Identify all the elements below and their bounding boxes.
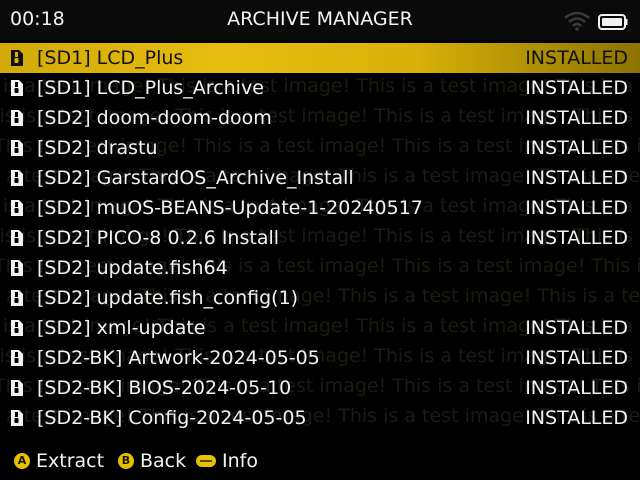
archive-status: INSTALLED <box>525 167 628 189</box>
archive-file-icon <box>11 260 23 276</box>
archive-row[interactable]: [SD2] muOS-BEANS-Update-1-20240517 INSTAL… <box>0 193 640 223</box>
menu-pill-icon <box>196 455 216 467</box>
archive-name: [SD2] muOS-BEANS-Update-1-20240517 <box>37 197 423 219</box>
battery-icon <box>598 14 628 30</box>
archive-name: [SD2] doom-doom-doom <box>37 107 272 129</box>
archive-file-icon <box>11 110 23 126</box>
archive-status: INSTALLED <box>525 137 628 159</box>
archive-status: INSTALLED <box>525 107 628 129</box>
archive-file-icon <box>11 140 23 156</box>
back-label: Back <box>140 450 187 472</box>
archive-status: INSTALLED <box>525 227 628 249</box>
archive-name: [SD2] xml-update <box>37 317 206 339</box>
archive-file-icon <box>11 200 23 216</box>
archive-row[interactable]: [SD2-BK] BIOS-2024-05-10 INSTALLED <box>0 373 640 403</box>
footer-hints: A Extract B Back Info <box>0 444 640 480</box>
archive-status: INSTALLED <box>525 197 628 219</box>
archive-name: [SD2-BK] Config-2024-05-05 <box>37 407 307 429</box>
archive-name: [SD2-BK] Artwork-2024-05-05 <box>37 347 320 369</box>
archive-file-icon <box>11 170 23 186</box>
page-title: ARCHIVE MANAGER <box>227 8 413 30</box>
archive-file-icon <box>11 380 23 396</box>
archive-file-icon <box>11 50 23 66</box>
archive-row[interactable]: [SD2] doom-doom-doom INSTALLED <box>0 103 640 133</box>
archive-row[interactable]: [SD2] drastu INSTALLED <box>0 133 640 163</box>
archive-row[interactable]: [SD2-BK] Artwork-2024-05-05 INSTALLED <box>0 343 640 373</box>
archive-file-icon <box>11 410 23 426</box>
b-button-icon: B <box>118 453 134 469</box>
archive-name: [SD2] drastu <box>37 137 158 159</box>
archive-name: [SD1] LCD_Plus_Archive <box>37 77 264 99</box>
archive-status: INSTALLED <box>525 407 628 429</box>
info-hint[interactable]: Info <box>196 448 258 474</box>
archive-file-icon <box>11 80 23 96</box>
archive-status: INSTALLED <box>525 47 628 69</box>
archive-row[interactable]: [SD2-BK] Config-2024-05-05 INSTALLED <box>0 403 640 433</box>
archive-status: INSTALLED <box>525 317 628 339</box>
archive-name: [SD2] PICO-8 0.2.6 Install <box>37 227 280 249</box>
archive-row[interactable]: [SD2] GarstardOS_Archive_Install INSTALLE… <box>0 163 640 193</box>
archive-status: INSTALLED <box>525 347 628 369</box>
a-button-icon: A <box>14 453 30 469</box>
archive-status: INSTALLED <box>525 77 628 99</box>
archive-file-icon <box>11 230 23 246</box>
archive-file-icon <box>11 320 23 336</box>
archive-file-icon <box>11 350 23 366</box>
archive-row[interactable]: [SD2] update.fish64 <box>0 253 640 283</box>
status-bar: 00:18 ARCHIVE MANAGER <box>0 0 640 40</box>
archive-name: [SD2] update.fish_config(1) <box>37 287 299 309</box>
extract-hint[interactable]: A Extract <box>14 448 104 474</box>
archive-list: [SD1] LCD_Plus INSTALLED [SD1] LCD_Plus_Ar… <box>0 43 640 433</box>
archive-name: [SD2] update.fish64 <box>37 257 228 279</box>
archive-row[interactable]: [SD2] PICO-8 0.2.6 Install INSTALLED <box>0 223 640 253</box>
wifi-icon <box>564 11 590 31</box>
archive-row[interactable]: [SD1] LCD_Plus INSTALLED <box>0 43 640 73</box>
archive-name: [SD1] LCD_Plus <box>37 47 184 69</box>
info-label: Info <box>222 450 258 472</box>
archive-row[interactable]: [SD2] update.fish_config(1) <box>0 283 640 313</box>
archive-row[interactable]: [SD2] xml-update INSTALLED <box>0 313 640 343</box>
archive-name: [SD2] GarstardOS_Archive_Install <box>37 167 354 189</box>
archive-name: [SD2-BK] BIOS-2024-05-10 <box>37 377 292 399</box>
back-hint[interactable]: B Back <box>118 448 186 474</box>
archive-file-icon <box>11 290 23 306</box>
archive-row[interactable]: [SD1] LCD_Plus_Archive INSTALLED <box>0 73 640 103</box>
extract-label: Extract <box>36 450 105 472</box>
archive-status: INSTALLED <box>525 377 628 399</box>
